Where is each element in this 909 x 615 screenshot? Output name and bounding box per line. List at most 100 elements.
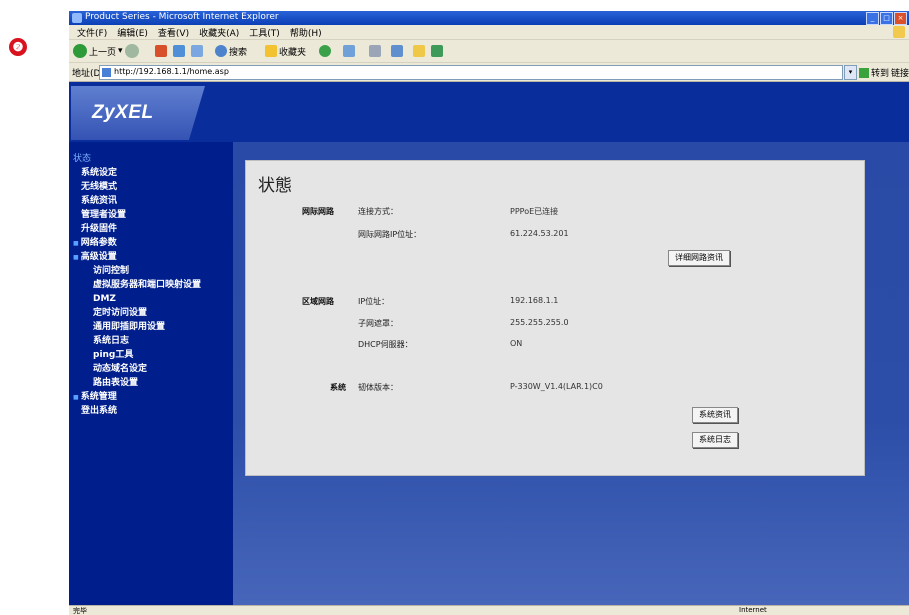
mail-button[interactable] bbox=[343, 43, 355, 59]
sidebar-item[interactable]: 管理者设置 bbox=[73, 208, 201, 222]
page-icon bbox=[102, 68, 111, 77]
sidebar-item[interactable]: 系统设定 bbox=[73, 166, 201, 180]
address-url: http://192.168.1.1/home.asp bbox=[114, 67, 229, 76]
history-icon bbox=[319, 45, 331, 57]
go-label: 转到 bbox=[871, 69, 890, 79]
wan-details-button[interactable]: 详细网路资讯 bbox=[668, 250, 730, 266]
sidebar-item[interactable]: 动态域名设定 bbox=[73, 362, 201, 376]
address-dropdown-icon[interactable]: ▾ bbox=[844, 65, 857, 80]
system-info-button[interactable]: 系统资讯 bbox=[692, 407, 738, 423]
go-arrow-icon bbox=[859, 67, 869, 78]
wan-ip-label: 网际网路IP位址： bbox=[358, 230, 422, 239]
search-button[interactable]: 搜索 bbox=[215, 43, 247, 59]
sidebar-item[interactable]: 高级设置 bbox=[73, 250, 201, 264]
lan-ip-value: 192.168.1.1 bbox=[510, 296, 559, 305]
header-banner: ZyXEL bbox=[69, 82, 909, 142]
back-button[interactable]: 上一页 ▾ bbox=[73, 43, 123, 59]
back-label: 上一页 bbox=[89, 47, 117, 58]
status-panel: 状態 网际网路 连接方式： PPPoE已连接 网际网路IP位址： 61.224.… bbox=[245, 160, 865, 476]
menu-help[interactable]: 帮助(H) bbox=[290, 26, 322, 39]
title-bar: Product Series - Microsoft Internet Expl… bbox=[69, 11, 909, 25]
sidebar-item[interactable]: 系统管理 bbox=[73, 390, 201, 404]
sidebar-item[interactable]: 升级固件 bbox=[73, 222, 201, 236]
refresh-button[interactable] bbox=[173, 43, 185, 59]
menu-tools[interactable]: 工具(T) bbox=[249, 26, 280, 39]
lan-mask-value: 255.255.255.0 bbox=[510, 318, 569, 327]
menu-favorites[interactable]: 收藏夹(A) bbox=[199, 26, 239, 39]
wan-conn-type-label: 连接方式： bbox=[358, 207, 398, 216]
sidebar-item[interactable]: 系统日志 bbox=[73, 334, 201, 348]
menu-edit[interactable]: 编辑(E) bbox=[117, 26, 148, 39]
main-area: 状態 网际网路 连接方式： PPPoE已连接 网际网路IP位址： 61.224.… bbox=[233, 142, 909, 605]
sidebar-item[interactable]: ping工具 bbox=[73, 348, 201, 362]
home-icon bbox=[191, 45, 203, 57]
back-dropdown-icon: ▾ bbox=[118, 46, 123, 56]
page-content: ZyXEL 状态系统设定无线模式系统资讯管理者设置升级固件网络参数高级设置访问控… bbox=[69, 82, 909, 605]
stop-button[interactable] bbox=[155, 43, 167, 59]
sidebar-item[interactable]: 访问控制 bbox=[73, 264, 201, 278]
windows-flag-icon bbox=[893, 26, 905, 38]
sidebar-nav: 状态系统设定无线模式系统资讯管理者设置升级固件网络参数高级设置访问控制虚拟服务器… bbox=[73, 152, 201, 418]
lan-mask-label: 子网遮罩： bbox=[358, 319, 398, 328]
sidebar-item[interactable]: 网络参数 bbox=[73, 236, 201, 250]
maximize-button[interactable]: □ bbox=[880, 12, 893, 25]
sidebar-item[interactable]: 路由表设置 bbox=[73, 376, 201, 390]
toolbar: 上一页 ▾ 搜索 收藏夹 bbox=[69, 40, 909, 63]
forward-button[interactable] bbox=[125, 43, 139, 59]
menu-file[interactable]: 文件(F) bbox=[77, 26, 107, 39]
favorites-button[interactable]: 收藏夹 bbox=[265, 43, 306, 59]
folder-icon bbox=[413, 45, 425, 57]
sidebar-item[interactable]: 状态 bbox=[73, 152, 201, 166]
forward-arrow-icon bbox=[125, 44, 139, 58]
links-button[interactable]: 链接 bbox=[891, 66, 909, 79]
search-label: 搜索 bbox=[229, 47, 248, 58]
sidebar-item[interactable]: 定时访问设置 bbox=[73, 306, 201, 320]
home-button[interactable] bbox=[191, 43, 203, 59]
wan-section-label: 网际网路 bbox=[302, 207, 334, 216]
sidebar-item[interactable]: 登出系统 bbox=[73, 404, 201, 418]
zone-text: Internet bbox=[739, 606, 767, 614]
ie-window: Product Series - Microsoft Internet Expl… bbox=[69, 11, 909, 615]
search-icon bbox=[215, 45, 227, 57]
stop-icon bbox=[155, 45, 167, 57]
firmware-version-label: 韧体版本： bbox=[358, 383, 398, 392]
page-title: 状態 bbox=[258, 176, 292, 196]
sidebar-item[interactable]: 系统资讯 bbox=[73, 194, 201, 208]
folder-button[interactable] bbox=[413, 43, 425, 59]
favorites-label: 收藏夹 bbox=[279, 47, 307, 58]
close-button[interactable]: × bbox=[894, 12, 907, 25]
minimize-button[interactable]: _ bbox=[866, 12, 879, 25]
go-button[interactable]: 转到 bbox=[859, 66, 889, 79]
sidebar-item[interactable]: 无线模式 bbox=[73, 180, 201, 194]
sidebar-item[interactable]: DMZ bbox=[73, 292, 201, 306]
menu-bar: 文件(F) 编辑(E) 查看(V) 收藏夹(A) 工具(T) 帮助(H) bbox=[69, 25, 909, 40]
lan-ip-label: IP位址： bbox=[358, 297, 390, 306]
sidebar-item[interactable]: 虚拟服务器和端口映射设置 bbox=[73, 278, 201, 292]
messenger-icon bbox=[431, 45, 443, 57]
wan-conn-type-value: PPPoE已连接 bbox=[510, 207, 559, 216]
print-icon bbox=[369, 45, 381, 57]
star-icon bbox=[265, 45, 277, 57]
step-number-badge: ❷ bbox=[9, 38, 27, 56]
lan-dhcp-label: DHCP伺服器： bbox=[358, 340, 413, 349]
print-button[interactable] bbox=[369, 43, 381, 59]
system-log-button[interactable]: 系统日志 bbox=[692, 432, 738, 448]
back-arrow-icon bbox=[73, 44, 87, 58]
edit-icon bbox=[391, 45, 403, 57]
firmware-version-value: P-330W_V1.4(LAR.1)C0 bbox=[510, 382, 603, 391]
system-section-label: 系统 bbox=[330, 383, 346, 392]
history-button[interactable] bbox=[319, 43, 331, 59]
lan-section-label: 区域网路 bbox=[302, 297, 334, 306]
sidebar: 状态系统设定无线模式系统资讯管理者设置升级固件网络参数高级设置访问控制虚拟服务器… bbox=[69, 142, 233, 605]
wan-ip-value: 61.224.53.201 bbox=[510, 229, 569, 238]
messenger-button[interactable] bbox=[431, 43, 443, 59]
refresh-icon bbox=[173, 45, 185, 57]
address-input[interactable]: http://192.168.1.1/home.asp bbox=[99, 65, 843, 80]
zyxel-logo: ZyXEL bbox=[92, 102, 154, 123]
address-bar: 地址(D) http://192.168.1.1/home.asp ▾ 转到 链… bbox=[69, 63, 909, 82]
menu-view[interactable]: 查看(V) bbox=[158, 26, 189, 39]
sidebar-item[interactable]: 通用即插即用设置 bbox=[73, 320, 201, 334]
ie-logo-icon bbox=[72, 13, 82, 23]
edit-button[interactable] bbox=[391, 43, 403, 59]
status-bar: 完毕 Internet bbox=[69, 605, 909, 615]
